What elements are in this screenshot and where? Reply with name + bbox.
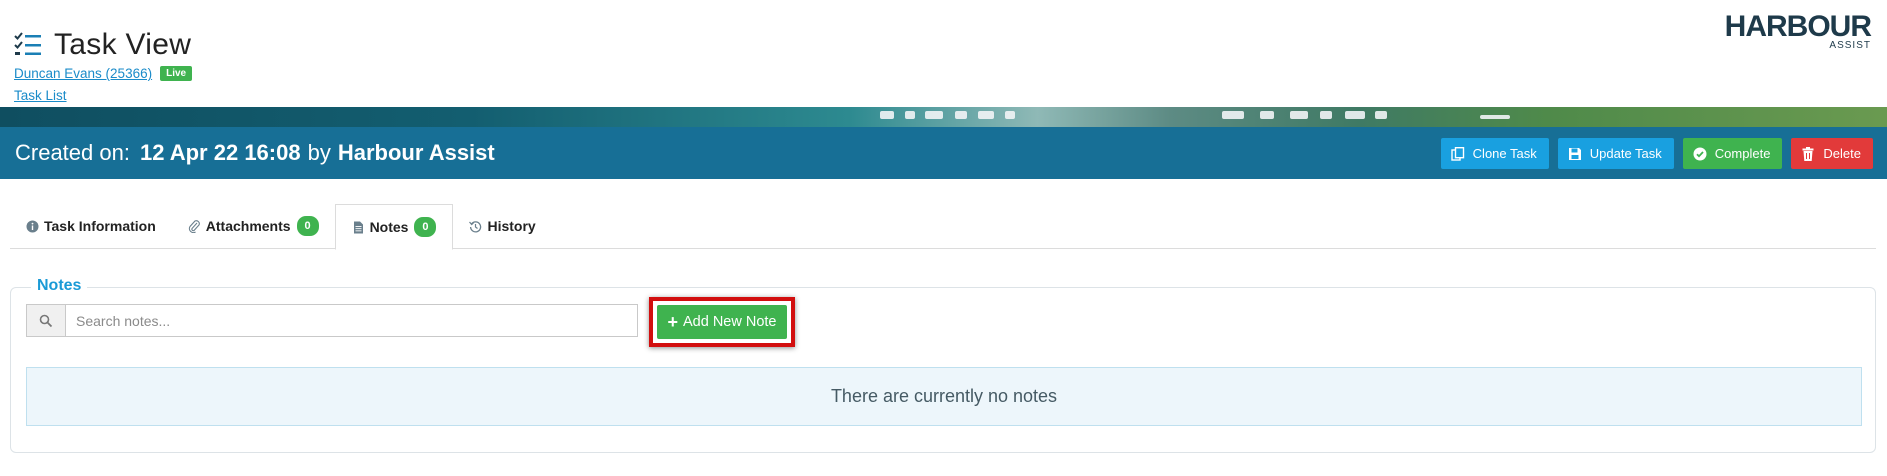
- notes-search: [26, 304, 638, 337]
- search-icon: [39, 314, 53, 327]
- search-addon: [27, 305, 66, 336]
- clone-task-label: Clone Task: [1472, 146, 1537, 161]
- tab-label: Notes: [369, 219, 409, 235]
- document-icon: [353, 221, 363, 233]
- harbour-assist-logo: HARBOUR ASSIST: [1724, 10, 1872, 52]
- created-by-label: by: [307, 140, 331, 165]
- add-note-highlight: + Add New Note: [649, 297, 795, 347]
- notes-panel: Notes + Add New Note There are currently…: [10, 277, 1876, 453]
- marina-banner-image: [0, 107, 1887, 127]
- update-task-label: Update Task: [1589, 146, 1662, 161]
- update-task-button[interactable]: Update Task: [1557, 138, 1674, 169]
- page-header: Task View Duncan Evans (25366) Live Task…: [0, 0, 1887, 107]
- history-icon: [469, 220, 482, 232]
- attachments-count-badge: 0: [296, 216, 319, 236]
- search-notes-input[interactable]: [66, 305, 637, 336]
- task-actions: Clone Task Update Task Complete Delete: [1440, 138, 1873, 169]
- delete-button[interactable]: Delete: [1791, 138, 1873, 169]
- created-by: Harbour Assist: [337, 140, 495, 165]
- save-icon: [1568, 147, 1581, 160]
- task-list-icon: [14, 32, 41, 55]
- check-circle-icon: [1693, 147, 1707, 160]
- tab-attachments[interactable]: Attachments 0: [172, 204, 335, 248]
- info-icon: [26, 220, 39, 232]
- task-list-link[interactable]: Task List: [14, 88, 67, 103]
- tab-label: History: [487, 218, 536, 234]
- complete-label: Complete: [1714, 146, 1771, 161]
- logo-main: HARBOUR: [1724, 10, 1872, 43]
- notes-count-badge: 0: [414, 217, 437, 237]
- status-badge: Live: [160, 66, 193, 81]
- tab-history[interactable]: History: [453, 204, 551, 248]
- task-tabs: Task Information Attachments 0 Notes 0 H…: [10, 204, 1876, 250]
- customer-row: Duncan Evans (25366) Live: [14, 66, 193, 81]
- tab-label: Attachments: [205, 218, 291, 234]
- complete-button[interactable]: Complete: [1682, 138, 1783, 169]
- clone-task-button[interactable]: Clone Task: [1440, 138, 1549, 169]
- tab-task-information[interactable]: Task Information: [10, 204, 172, 248]
- customer-link[interactable]: Duncan Evans (25366): [14, 66, 152, 81]
- tab-label: Task Information: [44, 218, 156, 234]
- created-label: Created on:: [15, 140, 130, 165]
- notes-legend: Notes: [31, 277, 88, 295]
- add-new-note-button[interactable]: + Add New Note: [657, 305, 787, 339]
- add-new-note-label: Add New Note: [683, 314, 777, 330]
- created-info: Created on: 12 Apr 22 16:08 by Harbour A…: [15, 140, 495, 166]
- page-title: Task View: [54, 28, 192, 61]
- trash-icon: [1802, 146, 1814, 161]
- task-summary-bar: Created on: 12 Apr 22 16:08 by Harbour A…: [0, 127, 1887, 179]
- tab-notes[interactable]: Notes 0: [334, 204, 454, 250]
- empty-notes-message: There are currently no notes: [26, 367, 1862, 426]
- title-row: Task View: [14, 28, 191, 62]
- created-date: 12 Apr 22 16:08: [139, 140, 301, 165]
- plus-icon: +: [667, 312, 678, 332]
- delete-label: Delete: [1823, 146, 1861, 161]
- copy-icon: [1450, 146, 1464, 161]
- paperclip-icon: [188, 219, 200, 233]
